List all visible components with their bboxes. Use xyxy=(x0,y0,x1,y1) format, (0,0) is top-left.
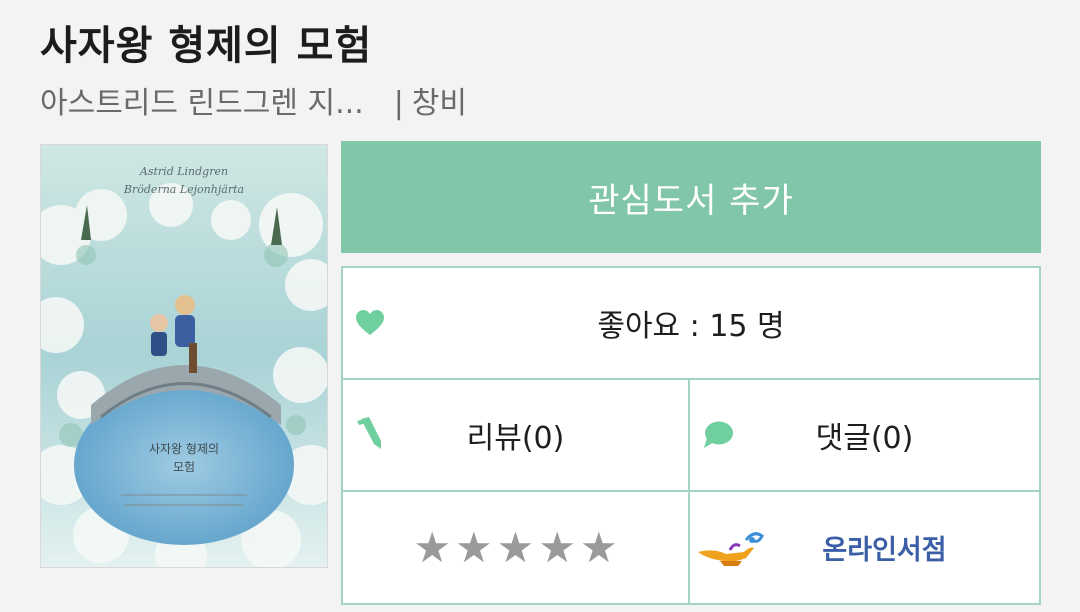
speech-bubble-icon xyxy=(702,420,734,450)
svg-text:Bröderna Lejonhjärta: Bröderna Lejonhjärta xyxy=(123,183,244,196)
svg-text:모험: 모험 xyxy=(173,460,195,474)
online-store-cell[interactable]: 온라인서점 xyxy=(690,492,1039,603)
svg-text:사자왕 형제의: 사자왕 형제의 xyxy=(149,442,219,456)
publisher-name[interactable]: 창비 xyxy=(412,86,467,121)
likes-label: 좋아요 : 15 명 xyxy=(597,309,785,344)
magic-lamp-icon xyxy=(696,528,766,568)
book-cover-image[interactable]: Astrid Lindgren Bröderna Lejonhjärta 사자왕… xyxy=(40,144,328,568)
pencil-icon xyxy=(355,417,385,453)
star-icon[interactable]: ★ xyxy=(538,526,576,569)
author-name[interactable]: 아스트리드 린드그렌 지... xyxy=(40,86,364,121)
comments-label: 댓글(0) xyxy=(815,421,914,456)
likes-cell[interactable]: 좋아요 : 15 명 xyxy=(343,268,1039,380)
star-icon[interactable]: ★ xyxy=(580,526,618,569)
comments-cell[interactable]: 댓글(0) xyxy=(690,380,1039,492)
online-store-link[interactable]: 온라인서점 xyxy=(822,528,946,567)
reviews-label: 리뷰(0) xyxy=(466,421,565,456)
star-icon[interactable]: ★ xyxy=(455,526,493,569)
rating-cell[interactable]: ★ ★ ★ ★ ★ xyxy=(343,492,690,603)
add-to-wishlist-button[interactable]: 관심도서 추가 xyxy=(341,141,1041,253)
book-stats-panel: 좋아요 : 15 명 리뷰(0) 댓글(0) ★ ★ ★ ★ ★ 온라인서점 xyxy=(341,266,1041,605)
byline-separator: | xyxy=(393,86,404,121)
book-title: 사자왕 형제의 모험 xyxy=(40,23,373,69)
svg-text:Astrid Lindgren: Astrid Lindgren xyxy=(139,165,228,178)
star-icon[interactable]: ★ xyxy=(497,526,535,569)
heart-icon xyxy=(355,309,385,337)
rating-stars[interactable]: ★ ★ ★ ★ ★ xyxy=(413,526,618,569)
book-byline: 아스트리드 린드그렌 지... | 창비 xyxy=(40,82,467,126)
star-icon[interactable]: ★ xyxy=(413,526,451,569)
reviews-cell[interactable]: 리뷰(0) xyxy=(343,380,690,492)
